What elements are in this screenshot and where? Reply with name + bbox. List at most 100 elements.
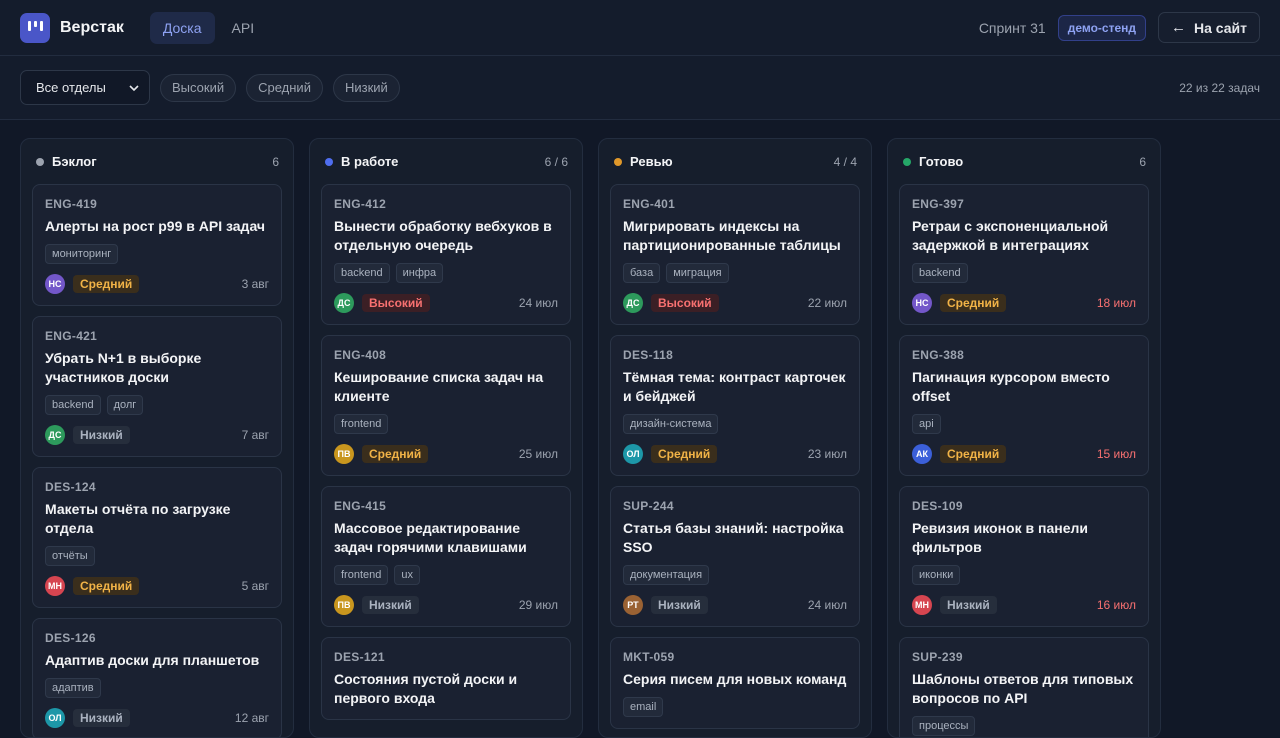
priority-badge: Низкий [362, 596, 419, 614]
tag: backend [334, 263, 390, 283]
app-logo-icon [20, 12, 50, 43]
tag: инфра [395, 263, 444, 283]
task-card[interactable]: SUP-244 Статья базы знаний: настройка SSO… [610, 486, 860, 627]
tag-list: backend инфра [334, 263, 558, 283]
column-header: Готово 6 [899, 139, 1149, 184]
back-to-site-button[interactable]: ← На сайт [1158, 12, 1260, 43]
priority-badge: Низкий [940, 596, 997, 614]
priority-badge: Низкий [651, 596, 708, 614]
task-card[interactable]: ENG-415 Массовое редактирование задач гор… [321, 486, 571, 627]
tag: backend [45, 395, 101, 415]
status-dot-icon [325, 157, 333, 166]
card-footer: ДС Высокий 22 июл [623, 293, 847, 313]
task-card[interactable]: ENG-421 Убрать N+1 в выборке участников д… [32, 316, 282, 457]
tag: миграция [666, 263, 729, 283]
column-header: В работе 6 / 6 [321, 139, 571, 184]
task-card[interactable]: DES-124 Макеты отчёта по загрузке отдела о… [32, 467, 282, 608]
due-date: 16 июл [1096, 598, 1136, 612]
task-id: ENG-401 [623, 197, 676, 211]
tag-list: процессы [912, 716, 1136, 736]
task-title: Алерты на рост p99 в API задач [45, 218, 266, 234]
card-footer: АК Средний 15 июл [912, 444, 1136, 464]
card-footer: РТ Низкий 24 июл [623, 595, 847, 615]
column-0: Бэклог 6 ENG-419 Алерты на рост p99 в API з… [20, 138, 294, 738]
kanban-board: Бэклог 6 ENG-419 Алерты на рост p99 в API з… [20, 138, 1161, 738]
tag: api [912, 414, 941, 434]
filter-bar: Все отделы Высокий Средний Низкий 22 из … [0, 56, 1280, 120]
task-id: ENG-412 [334, 197, 387, 211]
column-count: 6 [272, 154, 279, 169]
task-id: ENG-421 [45, 329, 98, 343]
card-footer: ПВ Средний 25 июл [334, 444, 558, 464]
task-title: Серия писем для новых команд [623, 671, 847, 687]
card-footer: ОЛ Низкий 12 авг [45, 708, 269, 728]
task-title: Ретраи с экспоненциальной задержкой в ин… [912, 218, 1109, 253]
due-date: 5 авг [241, 579, 269, 593]
task-card[interactable]: ENG-408 Кеширование списка задач на клиен… [321, 335, 571, 476]
tag: адаптив [45, 678, 101, 698]
column-count: 6 [1139, 154, 1146, 169]
tag-list: документация [623, 565, 847, 585]
due-date: 3 авг [241, 277, 269, 291]
task-card[interactable]: ENG-419 Алерты на рост p99 в API задач мон… [32, 184, 282, 306]
column-header: Бэклог 6 [32, 139, 282, 184]
task-card[interactable]: DES-126 Адаптив доски для планшетов адапти… [32, 618, 282, 737]
priority-chip-medium[interactable]: Средний [246, 73, 323, 102]
department-select-value: Все отделы [36, 80, 106, 95]
tab-api[interactable]: API [219, 12, 268, 44]
tag: frontend [334, 565, 389, 585]
tab-board[interactable]: Доска [149, 11, 215, 44]
task-card[interactable]: SUP-239 Шаблоны ответов для типовых вопро… [899, 637, 1149, 737]
avatar: ДС [334, 293, 354, 313]
priority-chip-low[interactable]: Низкий [332, 73, 400, 102]
column-2: Ревью 4 / 4 ENG-401 Мигрировать индексы на … [598, 138, 872, 738]
task-card[interactable]: ENG-412 Вынести обработку вебхуков в отде… [321, 184, 571, 325]
priority-badge: Средний [651, 445, 718, 463]
task-title: Статья базы знаний: настройка SSO [623, 520, 844, 555]
avatar: МН [912, 595, 932, 615]
tag-list: дизайн-система [623, 414, 847, 434]
task-title: Массовое редактирование задач горячими к… [334, 520, 527, 555]
task-title: Состояния пустой доски и первого входа [334, 671, 518, 706]
tag: иконки [912, 565, 961, 585]
priority-badge: Средний [73, 275, 140, 293]
card-footer: НС Средний 18 июл [912, 293, 1136, 313]
avatar: НС [912, 293, 932, 313]
avatar: АК [912, 444, 932, 464]
task-card[interactable]: DES-118 Тёмная тема: контраст карточек и … [610, 335, 860, 476]
task-card[interactable]: DES-109 Ревизия иконок в панели фильтров и… [899, 486, 1149, 627]
column-3: Готово 6 ENG-397 Ретраи с экспоненциальной … [887, 138, 1161, 738]
priority-chip-high[interactable]: Высокий [160, 73, 237, 102]
task-id: ENG-397 [912, 197, 965, 211]
task-card[interactable]: DES-121 Состояния пустой доски и первого … [321, 637, 571, 720]
tag: дизайн-система [623, 414, 719, 434]
tag: мониторинг [45, 244, 119, 264]
task-card[interactable]: MKT-059 Серия писем для новых команд email [610, 637, 860, 729]
priority-badge: Высокий [651, 294, 719, 312]
tag-list: иконки [912, 565, 1136, 585]
tag: backend [912, 263, 968, 283]
task-id: DES-121 [334, 650, 385, 664]
task-card[interactable]: ENG-388 Пагинация курсором вместо offset a… [899, 335, 1149, 476]
task-id: DES-126 [45, 631, 96, 645]
due-date: 23 июл [807, 447, 847, 461]
due-date: 24 июл [518, 296, 558, 310]
avatar: ДС [45, 425, 65, 445]
due-date: 18 июл [1096, 296, 1136, 310]
avatar: ПВ [334, 595, 354, 615]
task-card[interactable]: ENG-397 Ретраи с экспоненциальной задержк… [899, 184, 1149, 325]
status-dot-icon [614, 157, 622, 166]
tag-list: frontend [334, 414, 558, 434]
task-id: ENG-419 [45, 197, 98, 211]
due-date: 15 июл [1096, 447, 1136, 461]
avatar: НС [45, 274, 65, 294]
priority-badge: Средний [940, 294, 1007, 312]
avatar: МН [45, 576, 65, 596]
task-card[interactable]: ENG-401 Мигрировать индексы на партициони… [610, 184, 860, 325]
priority-badge: Высокий [362, 294, 430, 312]
tag-list: адаптив [45, 678, 269, 698]
task-title: Ревизия иконок в панели фильтров [912, 520, 1088, 555]
tag-list: отчёты [45, 546, 269, 566]
column-1: В работе 6 / 6 ENG-412 Вынести обработку ве… [309, 138, 583, 738]
department-select[interactable]: Все отделы [20, 70, 150, 105]
